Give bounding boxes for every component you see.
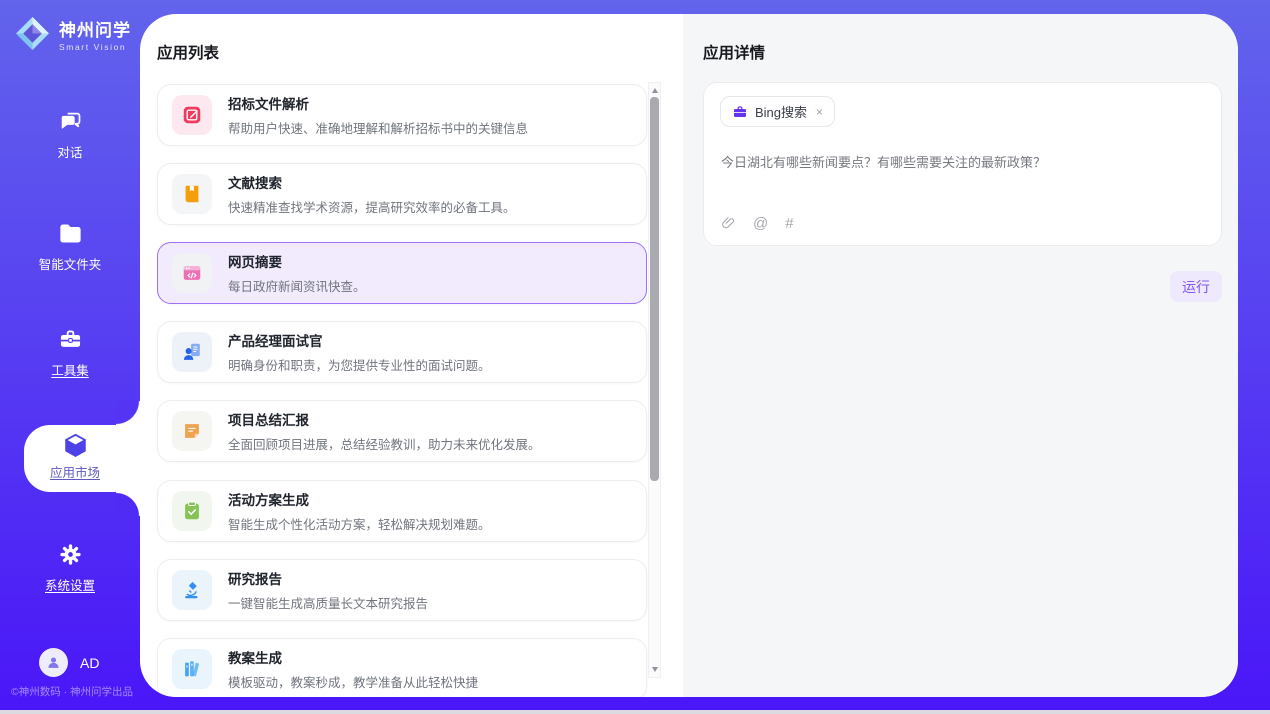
scrollbar-up-arrow-icon[interactable] [652,88,658,93]
app-list-item-web-summary[interactable]: 网页摘要 每日政府新闻资讯快查。 [157,242,647,304]
prompt-card: Bing搜索 × 今日湖北有哪些新闻要点？有哪些需要关注的最新政策？ @ # [703,82,1222,246]
gear-icon [57,541,84,568]
list-scrollbar[interactable] [648,82,661,678]
app-detail-title: 应用详情 [703,41,765,63]
brand-subtitle: Smart Vision [59,42,131,52]
sticky-note-icon [172,411,212,451]
app-list-title: 应用列表 [157,41,219,63]
app-item-title: 项目总结汇报 [228,409,541,429]
app-item-desc: 一键智能生成高质量长文本研究报告 [228,593,428,612]
interviewer-icon [172,332,212,372]
sidebar-item-smart-folder[interactable]: 智能文件夹 [0,220,140,273]
sidebar-item-toolset[interactable]: 工具集 [0,326,140,379]
app-item-title: 招标文件解析 [228,93,528,113]
app-item-desc: 快速精准查找学术资源，提高研究效率的必备工具。 [228,197,516,216]
sidebar-item-label: 智能文件夹 [0,254,140,273]
sidebar-item-settings[interactable]: 系统设置 [0,541,140,594]
run-button[interactable]: 运行 [1170,271,1222,302]
app-item-desc: 模板驱动，教案秒成，教学准备从此轻松快捷 [228,672,478,691]
scrollbar-thumb[interactable] [650,97,659,481]
sidebar-item-label: 工具集 [0,360,140,379]
app-list-item-literature-search[interactable]: 文献搜索 快速精准查找学术资源，提高研究效率的必备工具。 [157,163,647,225]
copyright-text: ©神州数码 · 神州问学出品 [6,684,138,699]
attachment-toolbar: @ # [721,215,794,232]
toolbox-icon [57,326,84,353]
scrollbar-down-arrow-icon[interactable] [652,667,658,672]
sidebar-item-app-market[interactable]: 应用市场 [24,425,140,492]
app-item-desc: 智能生成个性化活动方案，轻松解决规划难题。 [228,514,491,533]
tool-chip-label: Bing搜索 [755,102,807,121]
sidebar-item-label: 应用市场 [32,462,118,481]
app-item-title: 研究报告 [228,568,428,588]
app-item-desc: 帮助用户快速、准确地理解和解析招标书中的关键信息 [228,118,528,137]
app-list-item-bid-parse[interactable]: 招标文件解析 帮助用户快速、准确地理解和解析招标书中的关键信息 [157,84,647,146]
book-icon [172,174,212,214]
at-mention-icon[interactable]: @ [753,215,768,232]
books-icon [172,649,212,689]
chip-close-icon[interactable]: × [816,105,823,119]
briefcase-icon [732,104,748,120]
folder-icon [57,220,84,247]
browser-code-icon [172,253,212,293]
app-item-title: 产品经理面试官 [228,330,491,350]
app-list-item-research-report[interactable]: 研究报告 一键智能生成高质量长文本研究报告 [157,559,647,621]
clipboard-check-icon [172,491,212,531]
user-initials: AD [80,655,99,671]
app-list-item-project-summary[interactable]: 项目总结汇报 全面回顾项目进展，总结经验教训，助力未来优化发展。 [157,400,647,462]
cube-icon [62,432,89,459]
app-list-panel: 应用列表 招标文件解析 帮助用户快速、准确地理解和解析招标书中的关键信息 [140,14,683,697]
active-tab-curve-bottom [116,492,140,516]
user-account[interactable]: AD [39,648,99,677]
chat-icon [57,108,84,135]
app-list-item-event-plan[interactable]: 活动方案生成 智能生成个性化活动方案，轻松解决规划难题。 [157,480,647,542]
app-detail-panel: 应用详情 Bing搜索 × 今日湖北有哪些新闻要点？有哪些需要关注的最新政策？ … [683,14,1238,697]
microscope-icon [172,570,212,610]
sidebar-item-label: 对话 [0,142,140,161]
window-bottom-edge [0,710,1270,714]
active-tab-curve-top [116,401,140,425]
person-icon [45,654,62,671]
app-item-title: 网页摘要 [228,251,366,271]
sidebar-item-label: 系统设置 [0,575,140,594]
brand-logo: 神州问学 Smart Vision [14,15,131,52]
brand-name: 神州问学 [59,16,131,41]
app-item-title: 文献搜索 [228,172,516,192]
app-item-title: 活动方案生成 [228,489,491,509]
sidebar: 神州问学 Smart Vision 对话 智能文件夹 工具集 应 [0,0,140,714]
app-item-desc: 每日政府新闻资讯快查。 [228,276,366,295]
app-item-desc: 全面回顾项目进展，总结经验教训，助力未来优化发展。 [228,434,541,453]
hash-tag-icon[interactable]: # [785,215,793,232]
app-item-title: 教案生成 [228,647,478,667]
main-content: 应用列表 招标文件解析 帮助用户快速、准确地理解和解析招标书中的关键信息 [140,14,1238,697]
paperclip-icon[interactable] [721,215,736,232]
brand-diamond-icon [14,15,51,52]
pen-square-icon [172,95,212,135]
avatar [39,648,68,677]
app-list-item-pm-interviewer[interactable]: 产品经理面试官 明确身份和职责，为您提供专业性的面试问题。 [157,321,647,383]
prompt-input[interactable]: 今日湖北有哪些新闻要点？有哪些需要关注的最新政策？ [721,152,1205,171]
tool-chip-bing-search[interactable]: Bing搜索 × [720,96,835,127]
app-item-desc: 明确身份和职责，为您提供专业性的面试问题。 [228,355,491,374]
sidebar-item-chat[interactable]: 对话 [0,108,140,161]
app-list-item-lesson-plan[interactable]: 教案生成 模板驱动，教案秒成，教学准备从此轻松快捷 [157,638,647,697]
